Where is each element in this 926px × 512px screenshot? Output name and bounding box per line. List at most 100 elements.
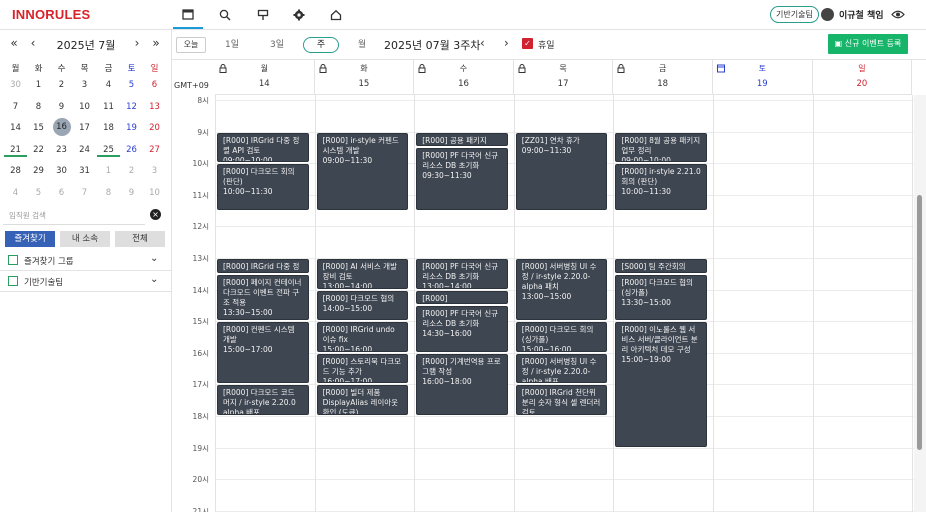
mini-calendar-day[interactable]: 30 [4, 80, 27, 90]
view-1day-button[interactable]: 1일 [220, 37, 244, 53]
mini-calendar-day[interactable]: 4 [4, 188, 27, 198]
event-block[interactable]: [R000] 다크모드 협의 (싱가폴) 13:30~15:00 [615, 274, 707, 321]
event-block[interactable]: [R000] 서버병칭 UI 수정 / ir-style 2.20.0-alph… [515, 259, 608, 321]
event-block[interactable]: [R000] 공용 패키지 [416, 132, 508, 147]
holiday-checkbox[interactable]: ✓ [522, 38, 533, 49]
my-dept-tab[interactable]: 내 소속 [60, 231, 110, 247]
event-block[interactable]: [R000] 서버병칭 UI 수정 / ir-style 2.20.0-alph… [515, 353, 608, 384]
favorites-tab[interactable]: 즐겨찾기 [5, 231, 55, 247]
event-block[interactable]: [R000] 페이지 컨테이너 다크모드 이벤트 전파 구조 적용 13:30~1… [217, 274, 309, 321]
mini-calendar-day[interactable]: 10 [73, 102, 96, 112]
week-grid[interactable]: 8시 9시 10시 11시 12시 13시 14시 15시 16시 17시 18시 19시 20시 21시… [172, 95, 914, 512]
calendar-icon[interactable] [173, 0, 203, 29]
mini-calendar-day[interactable]: 16 [52, 118, 71, 136]
mini-calendar-day[interactable]: 29 [27, 166, 50, 176]
mini-calendar-day[interactable]: 30 [50, 166, 73, 176]
mini-calendar-day[interactable]: 25 [97, 145, 120, 157]
mini-calendar-day[interactable]: 3 [143, 166, 166, 176]
prev-month-icon[interactable]: ‹ [26, 36, 40, 50]
event-block[interactable]: [R000] 8월 공용 패키지 업무 정리 09:00~10:00 [615, 132, 707, 163]
event-block[interactable]: [R000] PF 다국어 신규 리소스 DB 초기화 13:00~14:00 [416, 259, 508, 289]
chevron-down-icon[interactable]: ⌄ [150, 253, 158, 264]
mini-calendar-day[interactable]: 9 [120, 188, 143, 198]
mini-calendar-day[interactable]: 23 [50, 145, 73, 155]
day-header-5[interactable]: 토 19 [713, 60, 813, 95]
user-name[interactable]: 이규철 책임 [839, 8, 884, 21]
mini-calendar-day[interactable]: 1 [97, 166, 120, 176]
mini-calendar-day[interactable]: 13 [143, 102, 166, 112]
event-block[interactable]: [ZZ01] 연차 휴가 09:00~11:30 [515, 132, 608, 210]
next-week-icon[interactable]: › [504, 36, 509, 50]
view-3day-button[interactable]: 3일 [265, 37, 289, 53]
event-block[interactable]: [S000] 팀 주간회의 [615, 259, 707, 273]
mini-calendar-day[interactable]: 19 [120, 123, 143, 133]
new-event-button[interactable]: ▣ 신규 이벤트 등록 [828, 34, 908, 54]
day-header-2[interactable]: 수 16 [414, 60, 514, 95]
mini-calendar-day[interactable]: 27 [143, 145, 166, 155]
home-icon[interactable] [321, 0, 351, 29]
mini-calendar-day[interactable]: 7 [73, 188, 96, 198]
event-block[interactable]: [R000] 컨펜드 시스템 개발 15:00~17:00 [217, 322, 309, 384]
event-block[interactable]: [R000] 다크모드 협의 14:00~15:00 [316, 290, 409, 321]
event-block[interactable]: [R000] 스토리북 다크모드 기능 추가 16:00~17:00 [316, 353, 409, 384]
mini-calendar-day[interactable]: 6 [50, 188, 73, 198]
group-favorites[interactable]: 즐겨찾기 그룹 ⌄ [0, 250, 172, 271]
event-block[interactable]: [R000] PF 다국어 신규 리소스 DB 초기화 09:30~11:30 [416, 148, 508, 210]
next-year-icon[interactable]: » [149, 36, 163, 50]
event-block[interactable]: [R000] ir-style 커펜드 시스템 개발 09:00~11:30 [316, 132, 409, 210]
next-month-icon[interactable]: › [130, 36, 144, 50]
mini-calendar-day[interactable]: 14 [4, 123, 27, 133]
mini-calendar-day[interactable]: 6 [143, 80, 166, 90]
group-checkbox[interactable] [8, 255, 18, 265]
mini-calendar-day[interactable]: 20 [143, 123, 166, 133]
day-header-3[interactable]: 목 17 [513, 60, 614, 95]
event-block[interactable]: [R000] AI 서비스 개발 장비 검토 13:00~14:00 [316, 259, 409, 289]
mini-calendar-day[interactable]: 8 [27, 102, 50, 112]
mini-calendar-day[interactable]: 12 [120, 102, 143, 112]
mini-calendar-day[interactable]: 10 [143, 188, 166, 198]
event-block[interactable]: [R000] 이노룰스 웹 서비스 서버/클라이언트 분리 아키텍처 데모 구성… [615, 322, 707, 447]
mini-calendar-day[interactable]: 2 [120, 166, 143, 176]
clear-search-icon[interactable]: × [150, 209, 161, 220]
mini-calendar-day[interactable]: 31 [73, 166, 96, 176]
event-block[interactable]: [R000] 다크모드 코드 머지 / ir-style 2.20.0 alph… [217, 385, 309, 415]
search-icon[interactable] [210, 0, 240, 29]
mini-calendar-day[interactable]: 15 [27, 123, 50, 133]
mini-calendar-day[interactable]: 5 [27, 188, 50, 198]
mini-calendar-day[interactable]: 22 [27, 145, 50, 155]
mini-calendar-day[interactable]: 24 [73, 145, 96, 155]
prev-week-icon[interactable]: ‹ [480, 36, 485, 50]
mini-calendar-day[interactable]: 2 [50, 80, 73, 90]
mini-calendar-day[interactable]: 3 [73, 80, 96, 90]
event-block[interactable]: [R000] 다크모드 회의 (판단) 10:00~11:30 [217, 164, 309, 210]
day-header-0[interactable]: 월 14 [215, 60, 315, 95]
view-month-button[interactable]: 월 [352, 37, 372, 53]
event-block[interactable]: [R000] PF 다국어 신규 리소스 DB 초기화 14:30~16:00 [416, 306, 508, 352]
event-block[interactable]: [R000] 기계번역용 프로그램 작성 16:00~18:00 [416, 353, 508, 415]
mini-calendar-day[interactable]: 21 [4, 145, 27, 157]
event-block[interactable]: [R000] 다크모드 회의 (싱가폴) 15:00~16:00 [515, 322, 608, 352]
event-block[interactable]: [R000] IRGrid 다중 정렬 [217, 259, 309, 273]
event-block[interactable]: [R000] IRGrid 다중 정렬 API 검토 09:00~10:00 [217, 132, 309, 163]
group-checkbox[interactable] [8, 276, 18, 286]
mini-calendar-day[interactable]: 5 [120, 80, 143, 90]
mini-calendar-day[interactable]: 28 [4, 166, 27, 176]
event-block[interactable]: [R000] IRGrid 천단위 분리 숫자 형식 셀 렌더러 검토 [515, 385, 608, 415]
mini-calendar-day[interactable]: 26 [120, 145, 143, 155]
day-header-6[interactable]: 일 20 [812, 60, 913, 95]
employee-search-input[interactable]: 임직원 검색 [3, 205, 145, 225]
mini-calendar-day[interactable]: 17 [73, 123, 96, 133]
event-block[interactable]: [R000] [416, 290, 508, 305]
scrollbar-thumb[interactable] [917, 195, 922, 450]
today-button[interactable]: 오늘 [176, 37, 206, 53]
prev-year-icon[interactable]: « [7, 36, 21, 50]
mini-calendar-day[interactable]: 9 [50, 102, 73, 112]
event-block[interactable]: [R000] ir-style 2.21.0 회의 (판단) 10:00~11:3… [615, 164, 707, 210]
day-header-4[interactable]: 금 18 [613, 60, 713, 95]
app-logo[interactable]: INNORULES [12, 7, 90, 22]
all-tab[interactable]: 전체 [115, 231, 165, 247]
mini-calendar-day[interactable]: 11 [97, 102, 120, 112]
mini-calendar-day[interactable]: 18 [97, 123, 120, 133]
mini-calendar-day[interactable]: 1 [27, 80, 50, 90]
group-team[interactable]: 기반기술팀 ⌄ [0, 271, 172, 292]
